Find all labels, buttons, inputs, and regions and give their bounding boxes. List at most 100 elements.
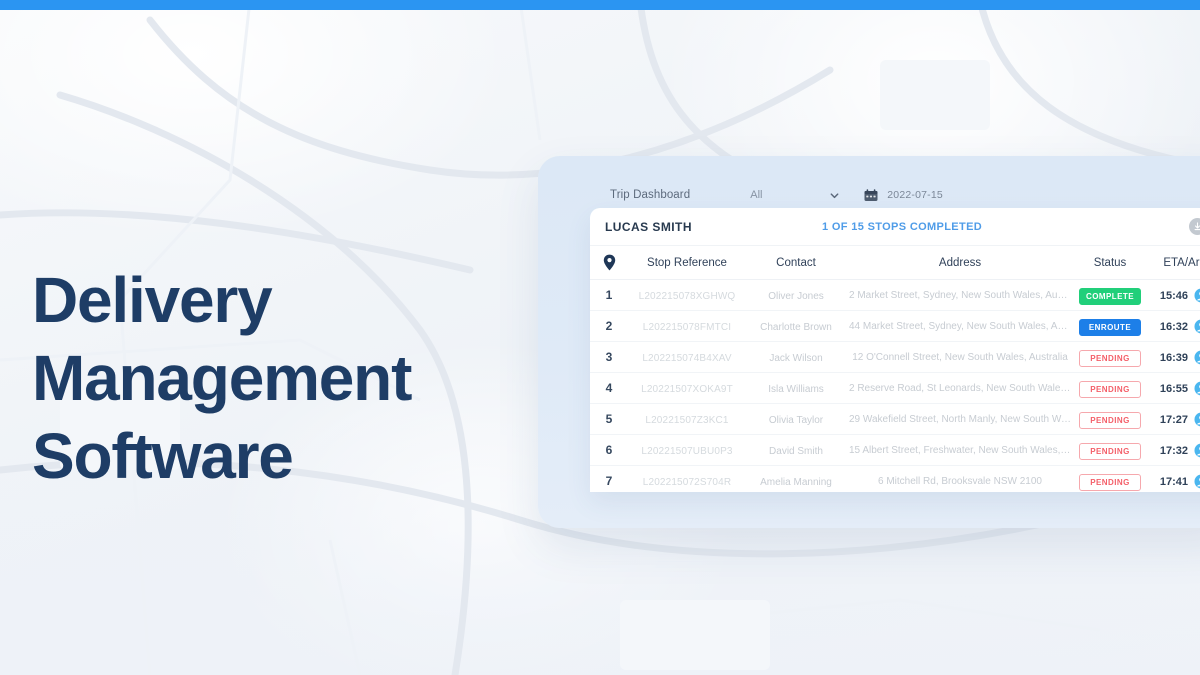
table-row[interactable]: 1 L202215078XGHWQ Oliver Jones 2 Market Str…: [590, 279, 1200, 311]
assign-contact-button[interactable]: [1194, 350, 1200, 365]
date-picker[interactable]: 2022-07-15: [864, 188, 943, 202]
row-index: 2: [605, 319, 613, 333]
assign-contact-button[interactable]: [1194, 412, 1200, 427]
row-actions: [1188, 350, 1200, 365]
row-contact: Oliver Jones: [768, 291, 824, 302]
calendar-icon: [864, 188, 878, 201]
header-address: Address: [938, 256, 982, 269]
person-circle-icon: [1194, 319, 1200, 333]
row-stop-reference: L202215072S704R: [642, 477, 732, 489]
row-address: 12 O'Connell Street, New South Wales, Au…: [852, 351, 1068, 363]
dashboard-toolbar: Trip Dashboard All 2022-07-15: [610, 184, 943, 206]
stops-table: Stop Reference Contact Address Status ET…: [590, 246, 1200, 492]
stops-table-header-row: Stop Reference Contact Address Status ET…: [590, 246, 1200, 280]
row-contact: David Smith: [769, 446, 823, 457]
header-contact: Contact: [776, 256, 816, 269]
row-actions: [1188, 443, 1200, 458]
row-actions: [1188, 412, 1200, 427]
row-stop-reference: L202215078XGHWQ: [638, 291, 736, 302]
status-badge[interactable]: PENDING: [1079, 442, 1141, 460]
download-button[interactable]: [1189, 218, 1200, 235]
row-eta: 17:32: [1159, 445, 1188, 457]
trip-filter-select[interactable]: All: [750, 189, 840, 201]
headline-line-1: Delivery: [32, 263, 273, 336]
table-row[interactable]: 5 L20221507Z3KC1 Olivia Taylor 29 Wakefield…: [590, 403, 1200, 435]
row-eta: 17:27: [1159, 414, 1188, 426]
status-badge[interactable]: PENDING: [1079, 411, 1141, 429]
row-index: 5: [605, 412, 613, 426]
row-index: 3: [605, 350, 613, 364]
row-stop-reference: L202215074B4XAV: [642, 353, 732, 364]
row-eta: 15:46: [1159, 290, 1188, 302]
stops-progress-label: 1 OF 15 STOPS COMPLETED: [822, 220, 983, 233]
row-actions: [1188, 319, 1200, 334]
row-contact: Olivia Taylor: [768, 415, 824, 426]
row-stop-reference: L20221507UBU0P3: [641, 446, 733, 457]
status-badge[interactable]: PENDING: [1079, 380, 1141, 398]
header-eta: ETA/Arrival: [1163, 256, 1200, 269]
map-pin-icon: [603, 254, 615, 271]
row-contact: Charlotte Brown: [760, 322, 832, 333]
row-stop-reference: L20221507Z3KC1: [645, 415, 729, 426]
assign-contact-button[interactable]: [1194, 381, 1200, 396]
assign-contact-button[interactable]: [1194, 474, 1200, 489]
table-row[interactable]: 3 L202215074B4XAV Jack Wilson 12 O'Connell …: [590, 341, 1200, 373]
status-badge[interactable]: COMPLETE: [1079, 287, 1141, 305]
row-address: 29 Wakefield Street, North Manly, New So…: [849, 413, 1074, 425]
date-value: 2022-07-15: [887, 189, 943, 201]
row-eta: 17:41: [1159, 476, 1188, 489]
row-eta: 16:39: [1159, 352, 1188, 364]
person-circle-icon: [1194, 350, 1200, 364]
map-pin-header-cell: [590, 246, 628, 280]
trip-filter-value: All: [750, 189, 763, 201]
trip-table-card: LUCAS SMITH 1 OF 15 STOPS COMPLETED Stop…: [590, 208, 1200, 492]
assign-contact-button[interactable]: [1194, 319, 1200, 334]
person-circle-icon: [1194, 443, 1200, 457]
table-row[interactable]: 7 L202215072S704R Amelia Manning 6 Mitchell…: [590, 465, 1200, 493]
headline-line-3: Software: [32, 420, 294, 493]
top-accent-bar: [0, 0, 1200, 10]
header-status: Status: [1093, 256, 1127, 269]
row-index: 4: [605, 381, 613, 395]
row-contact: Jack Wilson: [769, 353, 823, 364]
header-stop-reference: Stop Reference: [647, 256, 727, 269]
status-badge[interactable]: PENDING: [1079, 349, 1141, 367]
row-eta: 16:32: [1159, 321, 1188, 333]
row-contact: Isla Williams: [768, 384, 824, 395]
row-address: 15 Albert Street, Freshwater, New South …: [849, 444, 1074, 456]
row-contact: Amelia Manning: [760, 477, 832, 489]
page-root: Delivery Management Software Trip Dashbo…: [0, 0, 1200, 675]
download-icon: [1194, 222, 1200, 231]
assign-contact-button[interactable]: [1194, 443, 1200, 458]
row-address: 2 Market Street, Sydney, New South Wales…: [849, 289, 1074, 301]
driver-header-row: LUCAS SMITH 1 OF 15 STOPS COMPLETED: [590, 208, 1200, 246]
assign-contact-button[interactable]: [1194, 288, 1200, 303]
table-row[interactable]: 2 L202215078FMTCI Charlotte Brown 44 Market…: [590, 310, 1200, 342]
row-address: 6 Mitchell Rd, Brooksvale NSW 2100: [878, 475, 1042, 487]
trip-dashboard-label: Trip Dashboard: [610, 189, 691, 201]
status-badge[interactable]: ENROUTE: [1079, 318, 1141, 336]
row-stop-reference: L20221507XOKA9T: [641, 384, 733, 395]
table-row[interactable]: 6 L20221507UBU0P3 David Smith 15 Albert Str…: [590, 434, 1200, 466]
person-circle-icon: [1194, 412, 1200, 426]
headline-line-2: Management: [32, 341, 412, 414]
row-index: 6: [605, 443, 613, 457]
driver-actions: [1189, 218, 1200, 235]
row-actions: [1188, 381, 1200, 396]
row-address: 44 Market Street, Sydney, New South Wale…: [849, 320, 1074, 332]
row-index: 7: [605, 474, 613, 489]
chevron-down-icon: [830, 192, 839, 198]
stops-table-head: Stop Reference Contact Address Status ET…: [590, 246, 1200, 280]
row-eta: 16:55: [1159, 383, 1188, 395]
person-circle-icon: [1194, 288, 1200, 302]
driver-name: LUCAS SMITH: [605, 219, 692, 234]
person-circle-icon: [1194, 474, 1200, 489]
person-circle-icon: [1194, 381, 1200, 395]
row-index: 1: [605, 288, 613, 302]
row-address: 2 Reserve Road, St Leonards, New South W…: [849, 382, 1074, 394]
status-badge[interactable]: PENDING: [1079, 473, 1141, 491]
table-row[interactable]: 4 L20221507XOKA9T Isla Williams 2 Reserve R…: [590, 372, 1200, 404]
stops-table-body: 1 L202215078XGHWQ Oliver Jones 2 Market Str…: [590, 279, 1200, 493]
row-stop-reference: L202215078FMTCI: [642, 322, 732, 333]
row-actions: [1188, 474, 1200, 489]
